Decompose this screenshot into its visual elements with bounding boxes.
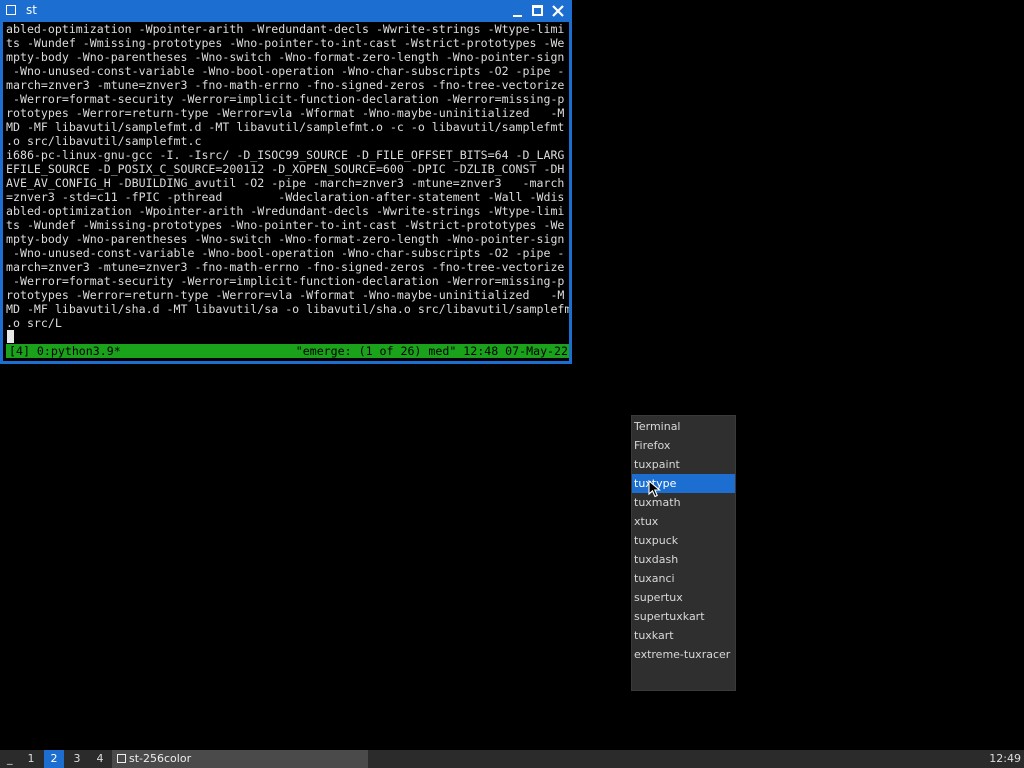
terminal-line: ts -Wundef -Wmissing-prototypes -Wno-poi… <box>6 36 565 50</box>
terminal-line: EFILE_SOURCE -D_POSIX_C_SOURCE=200112 -D… <box>6 162 565 176</box>
terminal-line: march=znver3 -mtune=znver3 -fno-math-err… <box>6 78 565 92</box>
terminal-line: -Werror=format-security -Werror=implicit… <box>6 274 565 288</box>
window-titlebar[interactable]: st <box>0 0 572 22</box>
mouse-pointer-icon <box>648 480 661 498</box>
terminal-line: abled-optimization -Wpointer-arith -Wred… <box>6 204 565 218</box>
terminal-line: MD -MF libavutil/samplefmt.d -MT libavut… <box>6 120 565 134</box>
terminal-window[interactable]: st abled-optimization -Wpointer-arith -W… <box>0 0 572 364</box>
terminal-line: AVE_AV_CONFIG_H -DBUILDING_avutil -O2 -p… <box>6 176 565 190</box>
menu-item-tuxpaint[interactable]: tuxpaint <box>632 455 735 474</box>
task-label: st-256color <box>129 752 192 765</box>
terminal-line: i686-pc-linux-gnu-gcc -I. -Isrc/ -D_ISOC… <box>6 148 565 162</box>
minimize-button[interactable] <box>510 3 526 19</box>
terminal-line: -Wno-unused-const-variable -Wno-bool-ope… <box>6 246 565 260</box>
terminal-line: rototypes -Werror=return-type -Werror=vl… <box>6 288 565 302</box>
menu-item-tuxkart[interactable]: tuxkart <box>632 626 735 645</box>
terminal-line: ts -Wundef -Wmissing-prototypes -Wno-poi… <box>6 218 565 232</box>
terminal-line: MD -MF libavutil/sha.d -MT libavutil/sa … <box>6 302 569 316</box>
tmux-status-bar: [4] 0:python3.9* "emerge: (1 of 26) med"… <box>6 344 569 358</box>
window-icon <box>6 5 16 15</box>
taskbar-task-st[interactable]: st-256color <box>112 750 368 768</box>
terminal-line: march=znver3 -mtune=znver3 -fno-math-err… <box>6 260 565 274</box>
terminal-line: mpty-body -Wno-parentheses -Wno-switch -… <box>6 50 565 64</box>
close-icon <box>552 5 564 17</box>
menu-item-xtux[interactable]: xtux <box>632 512 735 531</box>
menu-item-extreme-tuxracer[interactable]: extreme-tuxracer <box>632 645 735 664</box>
terminal-cursor <box>7 330 14 343</box>
desktop-2[interactable]: 2 <box>44 750 64 768</box>
taskbar-menu-button[interactable]: _ <box>7 750 13 768</box>
menu-item-tuxanci[interactable]: tuxanci <box>632 569 735 588</box>
terminal-line: -Werror=format-security -Werror=implicit… <box>6 92 565 106</box>
terminal-line: rototypes -Werror=return-type -Werror=vl… <box>6 106 565 120</box>
menu-item-supertux[interactable]: supertux <box>632 588 735 607</box>
desktop-1[interactable]: 1 <box>21 750 41 768</box>
terminal-output: abled-optimization -Wpointer-arith -Wred… <box>6 22 569 330</box>
clock: 12:49 <box>989 752 1021 765</box>
application-menu[interactable]: Terminal Firefox tuxpaint tuxtype tuxmath xtu… <box>632 416 735 690</box>
menu-item-terminal[interactable]: Terminal <box>632 417 735 436</box>
menu-item-firefox[interactable]: Firefox <box>632 436 735 455</box>
terminal-line: .o src/L <box>6 316 62 330</box>
menu-item-tuxpuck[interactable]: tuxpuck <box>632 531 735 550</box>
desktop-3[interactable]: 3 <box>67 750 87 768</box>
terminal-line: abled-optimization -Wpointer-arith -Wred… <box>6 22 565 36</box>
desktop-4[interactable]: 4 <box>90 750 110 768</box>
terminal-line: mpty-body -Wno-parentheses -Wno-switch -… <box>6 232 565 246</box>
status-left: [4] 0:python3.9* <box>9 344 121 358</box>
menu-item-supertuxkart[interactable]: supertuxkart <box>632 607 735 626</box>
terminal-content[interactable]: abled-optimization -Wpointer-arith -Wred… <box>3 22 569 361</box>
maximize-button[interactable] <box>530 3 546 19</box>
window-icon <box>117 754 126 763</box>
taskbar: _ 1234 st-256color 12:49 <box>0 750 1024 768</box>
terminal-line: .o src/libavutil/samplefmt.c <box>6 134 202 148</box>
status-right: "emerge: (1 of 26) med" 12:48 07-May-22 <box>295 344 568 358</box>
terminal-line: -Wno-unused-const-variable -Wno-bool-ope… <box>6 64 565 78</box>
menu-item-tuxdash[interactable]: tuxdash <box>632 550 735 569</box>
terminal-line: =znver3 -std=c11 -fPIC -pthread -Wdeclar… <box>6 190 565 204</box>
window-title: st <box>26 3 37 17</box>
close-button[interactable] <box>550 3 566 19</box>
